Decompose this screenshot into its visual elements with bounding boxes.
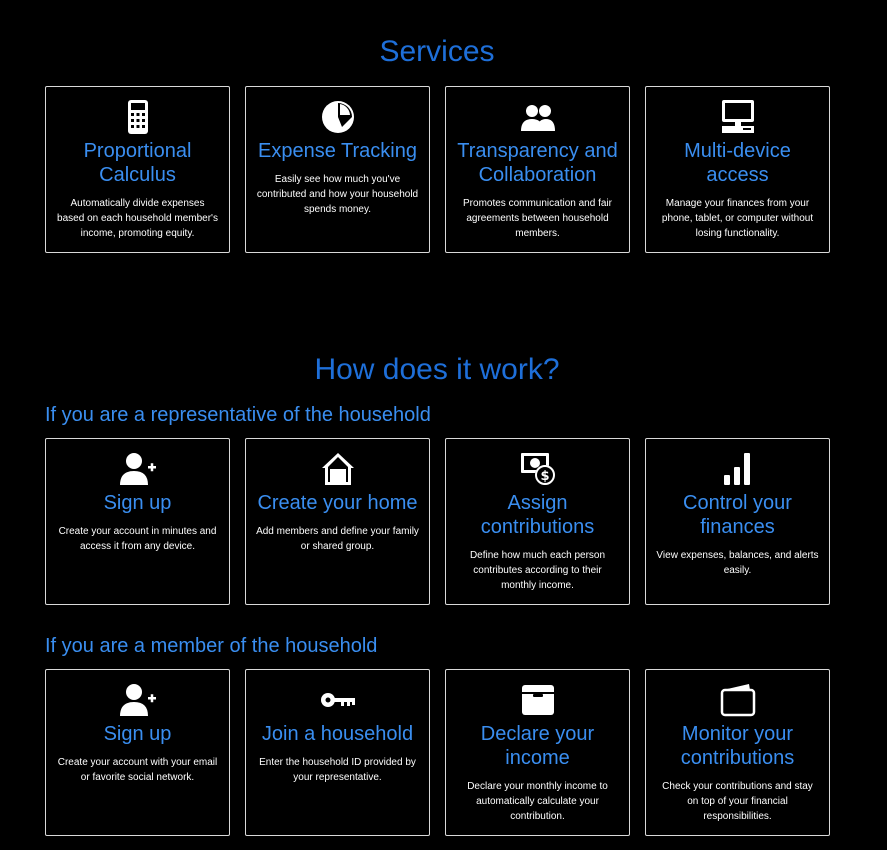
card-title: Control your finances bbox=[683, 492, 792, 538]
card-description: Promotes communication and fair agreemen… bbox=[463, 198, 612, 239]
computer-icon bbox=[718, 99, 758, 135]
card-title: Expense Tracking bbox=[258, 140, 417, 162]
key-icon bbox=[318, 682, 358, 718]
service-card-expense-tracking: Expense Tracking Easily see how much you… bbox=[245, 86, 430, 253]
card-description: Define how much each person contributes … bbox=[469, 550, 606, 591]
card-title: Join a household bbox=[261, 723, 414, 745]
step-card-assign-contributions: $ Assign contributions Define how much e… bbox=[445, 438, 630, 605]
representative-subtitle: If you are a representative of the house… bbox=[45, 404, 431, 426]
how-it-works-title: How does it work? bbox=[314, 353, 560, 386]
card-description: View expenses, balances, and alerts easi… bbox=[656, 550, 819, 576]
step-card-member-sign-up: Sign up Create your account with your em… bbox=[45, 669, 230, 836]
inbox-icon bbox=[518, 682, 558, 718]
home-icon bbox=[318, 451, 358, 487]
card-title: Declare your income bbox=[480, 723, 595, 769]
services-title: Services bbox=[379, 35, 495, 68]
service-card-multi-device: Multi-device access Manage your finances… bbox=[645, 86, 830, 253]
card-description: Enter the household ID provided by your … bbox=[259, 757, 416, 783]
signal-bars-icon bbox=[718, 451, 758, 487]
step-card-monitor-contributions: Monitor your contributions Check your co… bbox=[645, 669, 830, 836]
step-card-create-home: Create your home Add members and define … bbox=[245, 438, 430, 605]
calculator-icon bbox=[118, 99, 158, 135]
card-title: Sign up bbox=[103, 492, 172, 514]
card-title: Multi-device access bbox=[684, 140, 791, 186]
card-title: Create your home bbox=[257, 492, 418, 514]
wallet-icon bbox=[718, 682, 758, 718]
step-card-declare-income: Declare your income Declare your monthly… bbox=[445, 669, 630, 836]
user-plus-icon bbox=[118, 451, 158, 487]
card-title: Sign up bbox=[103, 723, 172, 745]
member-subtitle: If you are a member of the household bbox=[45, 635, 378, 657]
service-card-transparency: Transparency and Collaboration Promotes … bbox=[445, 86, 630, 253]
card-description: Add members and define your family or sh… bbox=[256, 526, 419, 552]
step-card-join-household: Join a household Enter the household ID … bbox=[245, 669, 430, 836]
users-icon bbox=[518, 99, 558, 135]
services-row: Proportional Calculus Automatically divi… bbox=[45, 86, 830, 253]
money-bill-icon: $ bbox=[518, 451, 558, 487]
card-title: Proportional Calculus bbox=[83, 140, 192, 186]
card-title: Monitor your contributions bbox=[680, 723, 795, 769]
card-description: Check your contributions and stay on top… bbox=[662, 781, 813, 822]
service-card-proportional: Proportional Calculus Automatically divi… bbox=[45, 86, 230, 253]
user-plus-icon bbox=[118, 682, 158, 718]
card-description: Create your account with your email or f… bbox=[57, 757, 218, 783]
card-description: Manage your finances from your phone, ta… bbox=[661, 198, 814, 239]
pie-chart-icon bbox=[318, 99, 358, 135]
svg-text:$: $ bbox=[540, 469, 549, 484]
representative-steps-row: Sign up Create your account in minutes a… bbox=[45, 438, 830, 605]
step-card-control-finances: Control your finances View expenses, bal… bbox=[645, 438, 830, 605]
card-title: Transparency and Collaboration bbox=[457, 140, 618, 186]
step-card-sign-up: Sign up Create your account in minutes a… bbox=[45, 438, 230, 605]
card-title: Assign contributions bbox=[480, 492, 595, 538]
member-steps-row: Sign up Create your account with your em… bbox=[45, 669, 830, 836]
card-description: Easily see how much you've contributed a… bbox=[256, 174, 419, 215]
card-description: Automatically divide expenses based on e… bbox=[57, 198, 218, 239]
card-description: Declare your monthly income to automatic… bbox=[467, 781, 608, 822]
card-description: Create your account in minutes and acces… bbox=[58, 526, 217, 552]
